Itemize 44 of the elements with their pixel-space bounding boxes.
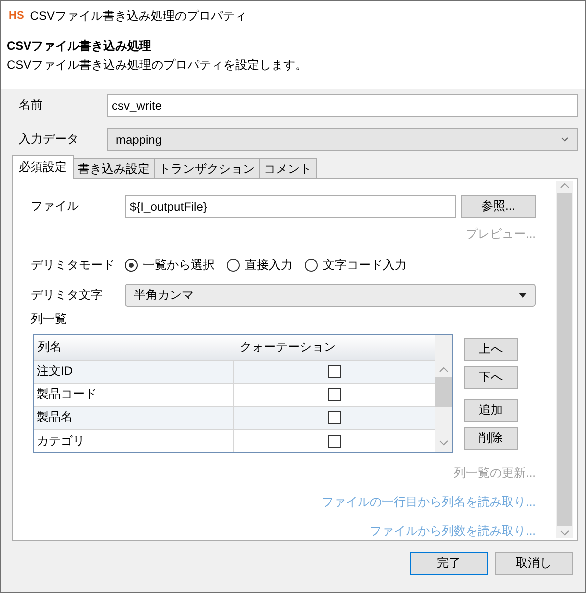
input-data-dropdown[interactable]: mapping	[107, 128, 578, 151]
caret-down-icon	[519, 293, 527, 298]
file-path-field[interactable]: ${I_outputFile}	[125, 195, 456, 218]
tab[interactable]: 書き込み設定	[73, 158, 155, 179]
table-cell: カテゴリ	[34, 430, 234, 452]
list-button[interactable]: 削除	[464, 427, 518, 450]
table-cell: 注文ID	[34, 360, 234, 383]
field-label: デリミタ文字	[31, 287, 104, 304]
cancel-button[interactable]: 取消し	[495, 552, 573, 575]
dialog-description: CSVファイル書き込み処理のプロパティを設定します。	[7, 57, 309, 74]
list-button[interactable]: 下へ	[464, 366, 518, 389]
browse-button[interactable]: 参照...	[461, 195, 536, 218]
radio-label: 一覧から選択	[143, 257, 215, 274]
tab[interactable]: コメント	[259, 158, 317, 179]
app-logo: HS	[9, 10, 24, 22]
field-label: ファイル	[31, 198, 80, 215]
column-header: 列名	[37, 338, 63, 356]
radio-button[interactable]	[227, 259, 240, 272]
radio-button[interactable]	[305, 259, 318, 272]
checkbox[interactable]	[328, 365, 341, 378]
delimiter-dropdown[interactable]: 半角カンマ	[125, 284, 536, 307]
finish-button[interactable]: 完了	[410, 552, 488, 575]
section-label: 列一覧	[31, 311, 68, 328]
window-title: CSVファイル書き込み処理のプロパティ	[30, 8, 247, 24]
checkbox[interactable]	[328, 411, 341, 424]
scrollbar-thumb[interactable]	[435, 377, 452, 407]
scrollbar-thumb[interactable]	[557, 193, 572, 526]
field-label: 名前	[18, 97, 44, 114]
name-field[interactable]: csv_write	[107, 94, 578, 117]
field-label: デリミタモード	[31, 257, 116, 274]
radio-button[interactable]	[125, 259, 138, 272]
tab[interactable]: トランザクション	[154, 158, 260, 179]
radio-label: 直接入力	[245, 257, 293, 274]
tab[interactable]: 必須設定	[12, 155, 74, 179]
field-label: 入力データ	[18, 131, 80, 148]
checkbox[interactable]	[328, 388, 341, 402]
list-button[interactable]: 上へ	[464, 338, 518, 361]
column-header: クォーテーション	[240, 338, 336, 356]
dialog-heading: CSVファイル書き込み処理	[7, 38, 153, 55]
radio-label: 文字コード入力	[323, 257, 407, 274]
table-cell: 製品名	[34, 406, 234, 429]
checkbox[interactable]	[328, 434, 341, 448]
list-button[interactable]: 追加	[464, 399, 518, 422]
chevron-down-icon	[561, 136, 569, 142]
